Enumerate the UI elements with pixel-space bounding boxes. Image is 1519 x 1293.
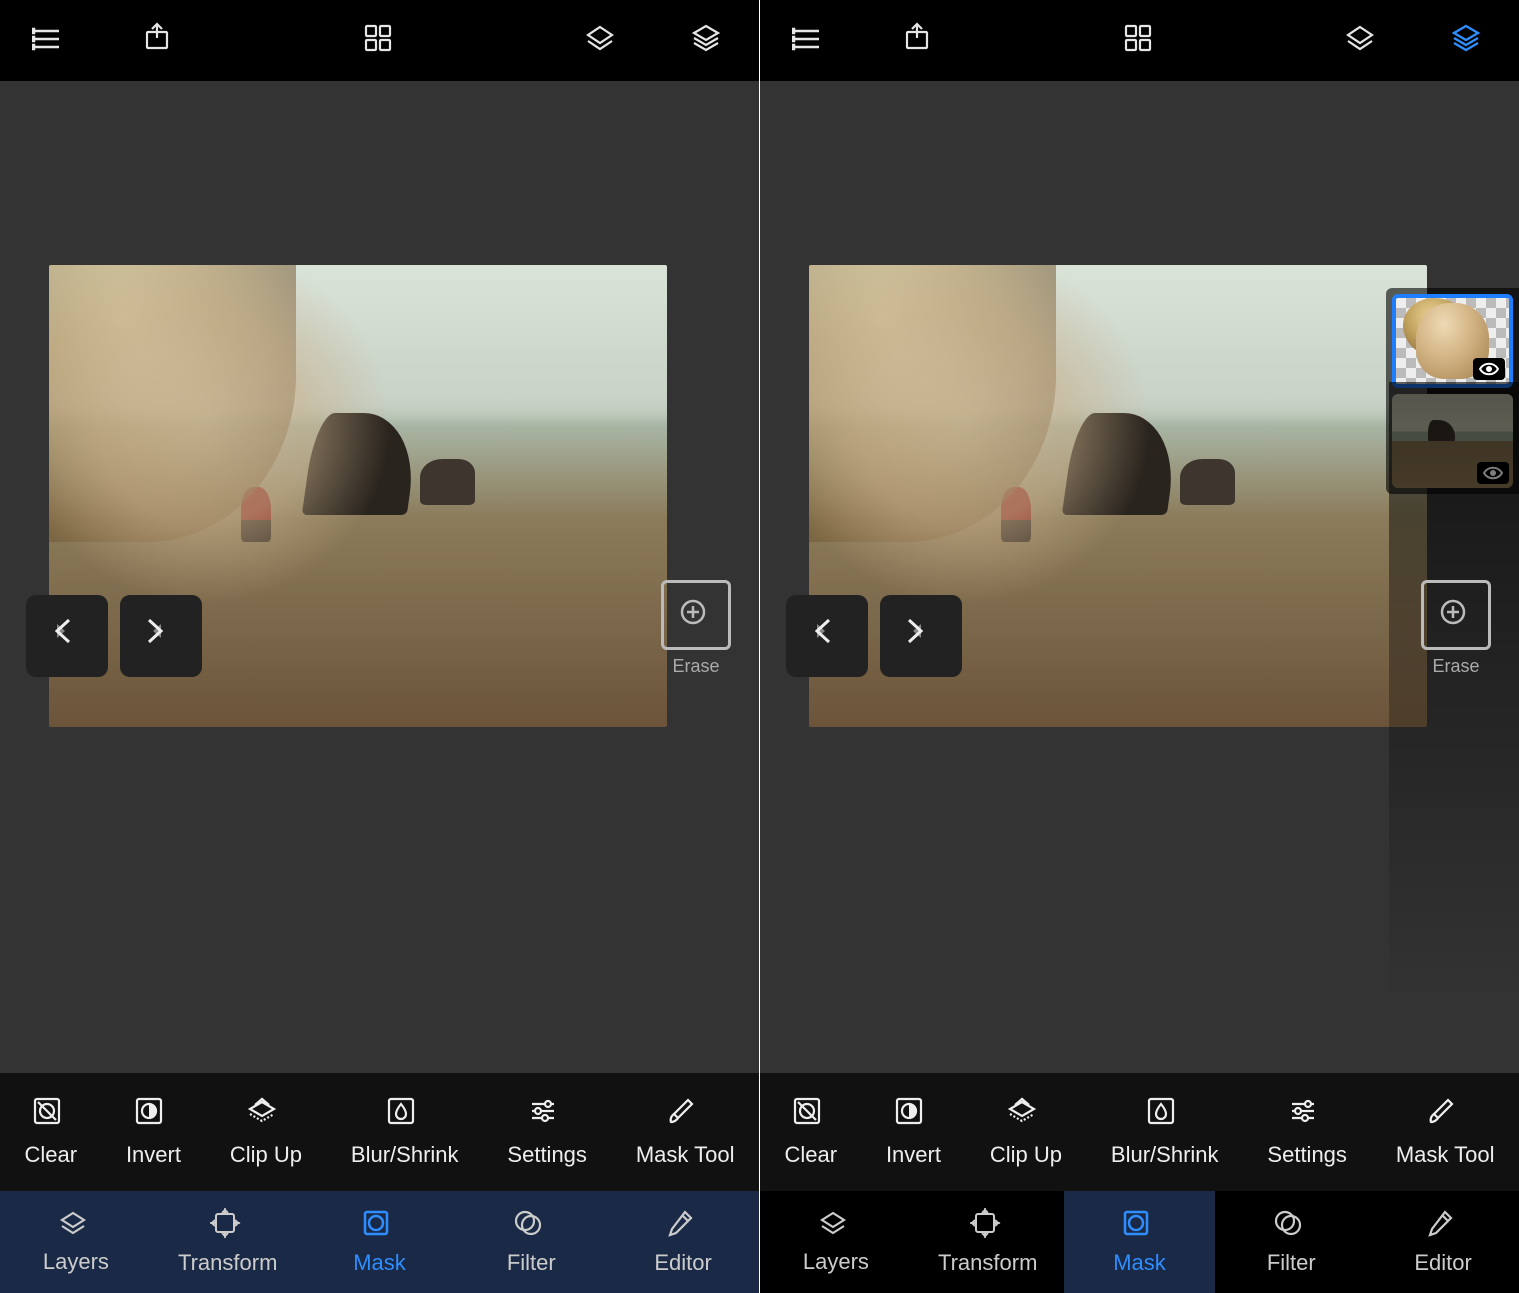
erase-mode-button[interactable]: [661, 580, 731, 650]
tool-clipup[interactable]: Clip Up: [230, 1096, 302, 1168]
menu-list-icon[interactable]: [792, 25, 832, 57]
nav-mask[interactable]: Mask: [1064, 1191, 1216, 1293]
nav-transform[interactable]: Transform: [152, 1191, 304, 1293]
left-panel: Erase Clear Invert Clip Up Blur/Shrink S…: [0, 0, 759, 1293]
nav-filter[interactable]: Filter: [1215, 1191, 1367, 1293]
nav-editor[interactable]: Editor: [607, 1191, 759, 1293]
undo-button[interactable]: [26, 595, 108, 677]
top-toolbar: [0, 0, 759, 82]
layers-stack-icon[interactable]: [1451, 24, 1487, 58]
tool-clipup[interactable]: Clip Up: [990, 1096, 1062, 1168]
erase-mode-button[interactable]: [1421, 580, 1491, 650]
canvas[interactable]: Erase: [760, 82, 1519, 1073]
right-panel: Erase Clear Invert Clip Up Blur/Shrink S…: [760, 0, 1519, 1293]
share-icon[interactable]: [142, 22, 176, 60]
nav-layers[interactable]: Layers: [0, 1191, 152, 1293]
tool-blurshrink[interactable]: Blur/Shrink: [1111, 1096, 1219, 1168]
layer-icon[interactable]: [585, 24, 621, 58]
layer-thumb-girl[interactable]: [1392, 294, 1513, 388]
visibility-toggle-icon[interactable]: [1473, 358, 1505, 380]
tool-clear[interactable]: Clear: [784, 1096, 837, 1168]
grid-icon[interactable]: [1124, 24, 1158, 58]
tool-invert[interactable]: Invert: [886, 1096, 941, 1168]
layers-stack-icon[interactable]: [691, 24, 727, 58]
grid-icon[interactable]: [364, 24, 398, 58]
nav-layers[interactable]: Layers: [760, 1191, 912, 1293]
nav-filter[interactable]: Filter: [455, 1191, 607, 1293]
nav-editor[interactable]: Editor: [1367, 1191, 1519, 1293]
tool-blurshrink[interactable]: Blur/Shrink: [351, 1096, 459, 1168]
tool-settings[interactable]: Settings: [1267, 1096, 1347, 1168]
redo-button[interactable]: [880, 595, 962, 677]
tool-settings[interactable]: Settings: [507, 1096, 587, 1168]
layers-panel: [1386, 288, 1519, 494]
undo-button[interactable]: [786, 595, 868, 677]
bottom-nav: Layers Transform Mask Filter Editor: [0, 1191, 759, 1293]
redo-button[interactable]: [120, 595, 202, 677]
top-toolbar: [760, 0, 1519, 82]
canvas[interactable]: Erase: [0, 82, 759, 1073]
tool-invert[interactable]: Invert: [126, 1096, 181, 1168]
visibility-toggle-icon[interactable]: [1477, 462, 1509, 484]
tool-masktool[interactable]: Mask Tool: [636, 1096, 735, 1168]
menu-list-icon[interactable]: [32, 25, 72, 57]
layer-thumb-beach[interactable]: [1392, 394, 1513, 488]
share-icon[interactable]: [902, 22, 936, 60]
tool-masktool[interactable]: Mask Tool: [1396, 1096, 1495, 1168]
bottom-nav: Layers Transform Mask Filter Editor: [760, 1191, 1519, 1293]
mask-tools-bar: Clear Invert Clip Up Blur/Shrink Setting…: [760, 1073, 1519, 1191]
layer-icon[interactable]: [1345, 24, 1381, 58]
mask-tools-bar: Clear Invert Clip Up Blur/Shrink Setting…: [0, 1073, 759, 1191]
nav-mask[interactable]: Mask: [304, 1191, 456, 1293]
tool-clear[interactable]: Clear: [24, 1096, 77, 1168]
erase-label: Erase: [1432, 656, 1479, 677]
nav-transform[interactable]: Transform: [912, 1191, 1064, 1293]
erase-label: Erase: [672, 656, 719, 677]
